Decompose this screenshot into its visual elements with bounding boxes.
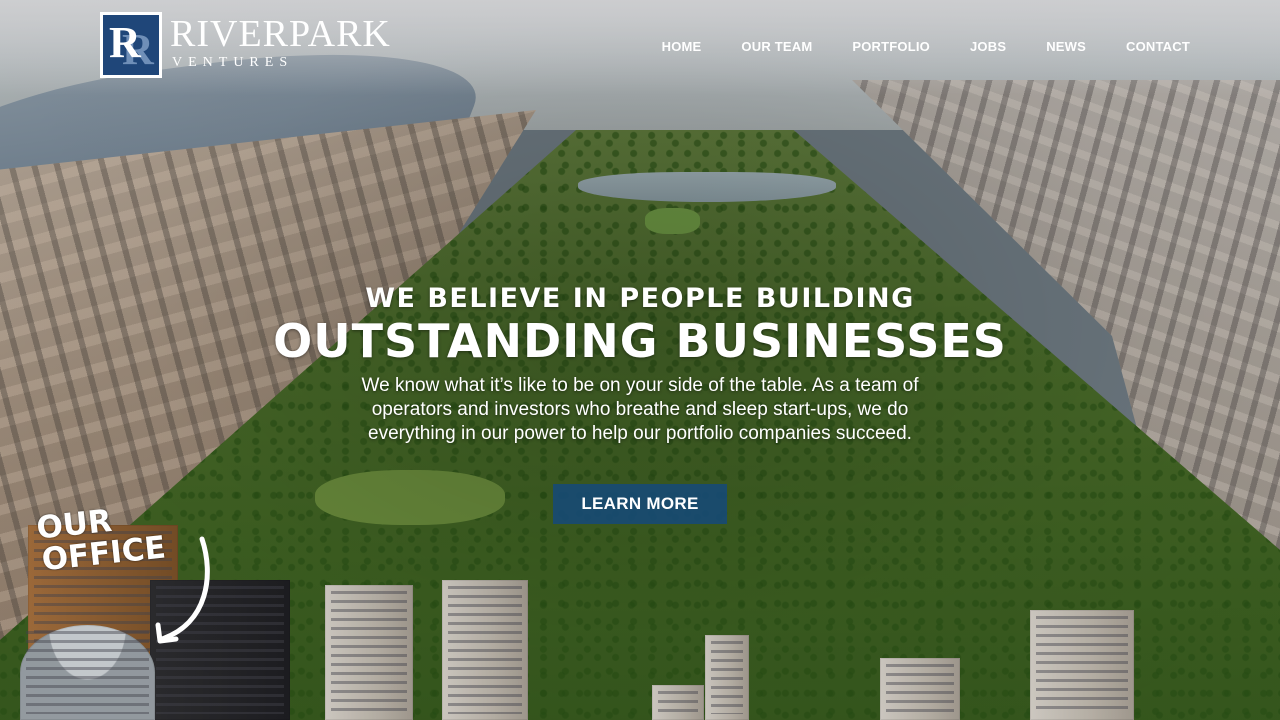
logo-wordmark: RIVERPARK: [170, 13, 391, 55]
curved-arrow-down-left-icon: [155, 536, 210, 644]
learn-more-button[interactable]: LEARN MORE: [553, 484, 727, 524]
logo-subtitle: VENTURES: [172, 55, 294, 70]
logo-monogram-icon: R R: [100, 12, 162, 78]
hero-section: WE BELIEVE IN PEOPLE BUILDING OUTSTANDIN…: [0, 280, 1280, 446]
our-office-annotation: OUR OFFICE: [35, 500, 168, 578]
site-logo[interactable]: R R RIVERPARK VENTURES: [100, 12, 390, 78]
nav-jobs[interactable]: JOBS: [970, 38, 1006, 56]
logo-monogram-letter: R: [109, 18, 141, 67]
nav-news[interactable]: NEWS: [1046, 38, 1086, 56]
main-nav: HOME OUR TEAM PORTFOLIO JOBS NEWS CONTAC…: [662, 38, 1190, 56]
hero-title: OUTSTANDING BUSINESSES: [273, 314, 1007, 368]
nav-portfolio[interactable]: PORTFOLIO: [852, 38, 930, 56]
hero-pre-title: WE BELIEVE IN PEOPLE BUILDING: [365, 283, 915, 314]
nav-contact[interactable]: CONTACT: [1126, 38, 1190, 56]
hero-description: We know what it’s like to be on your sid…: [361, 375, 919, 444]
nav-home[interactable]: HOME: [662, 38, 702, 56]
nav-our-team[interactable]: OUR TEAM: [741, 38, 812, 56]
